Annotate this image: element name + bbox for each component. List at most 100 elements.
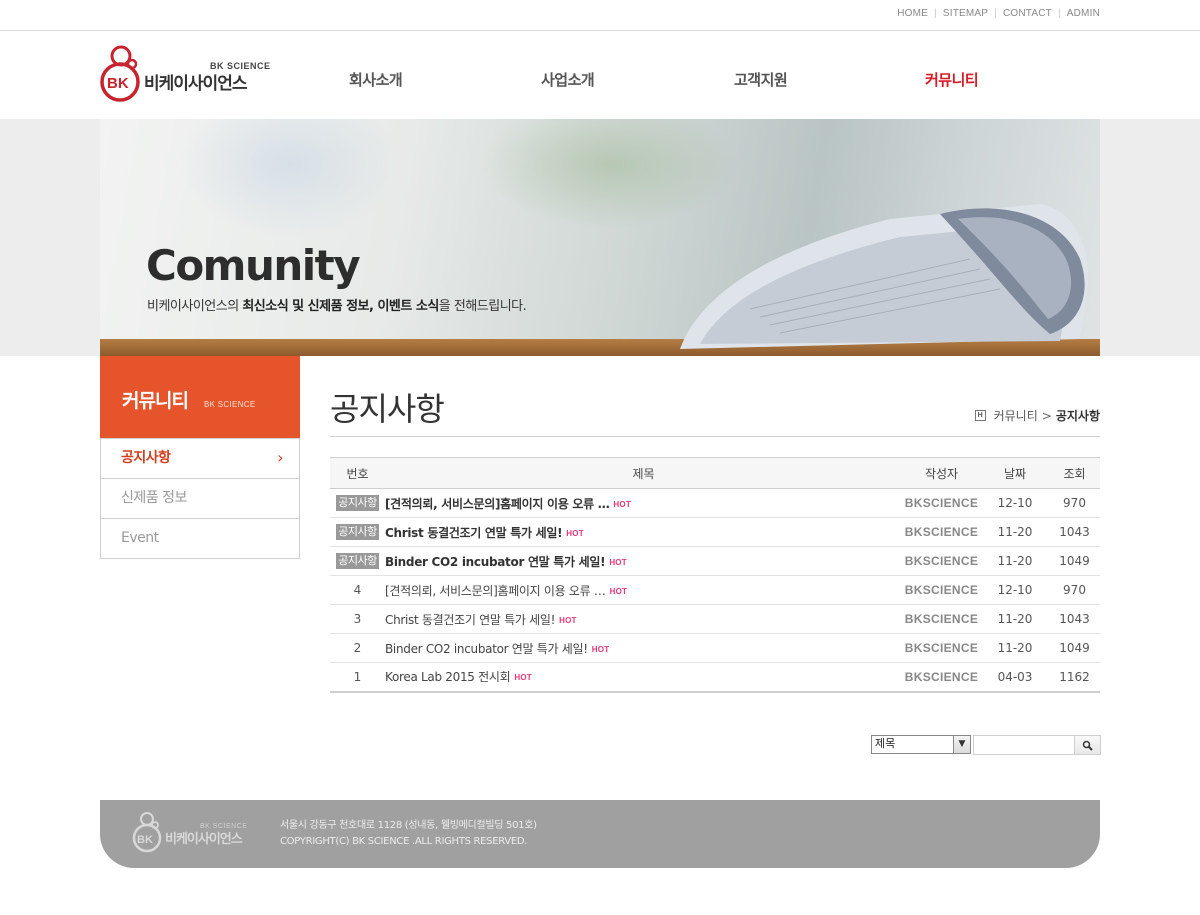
- post-title-link[interactable]: [견적의뢰, 서비스문의]홈페이지 이용 오류 …: [385, 497, 610, 511]
- post-title-link[interactable]: Christ 동결건조기 연말 특가 세일!: [385, 526, 563, 540]
- banner-desc-text: 을 전해드립니다.: [438, 299, 527, 314]
- sidebar-item-notice[interactable]: 공지사항 ›: [101, 438, 299, 478]
- row-views: 970: [1049, 488, 1100, 518]
- footer-logo-name: 비케이사이언스: [165, 832, 243, 847]
- post-title-link[interactable]: [견적의뢰, 서비스문의]홈페이지 이용 오류 …: [385, 584, 606, 598]
- row-subject-cell: Binder CO2 incubator 연말 특가 세일! HOT: [385, 633, 902, 663]
- sidebar-item-event[interactable]: Event: [101, 518, 299, 558]
- admin-link[interactable]: ADMIN: [1067, 8, 1100, 19]
- row-writer: BKSCIENCE: [902, 517, 981, 547]
- row-subject-cell: Christ 동결건조기 연말 특가 세일! HOT: [385, 604, 902, 634]
- row-subject-cell: [견적의뢰, 서비스문의]홈페이지 이용 오류 … HOT: [385, 575, 902, 605]
- row-writer: BKSCIENCE: [902, 604, 981, 634]
- row-subject-cell: Korea Lab 2015 전시회 HOT: [385, 662, 902, 693]
- row-views: 1049: [1049, 633, 1100, 663]
- post-title-link[interactable]: Christ 동결건조기 연말 특가 세일!: [385, 613, 555, 627]
- row-date: 12-10: [981, 575, 1049, 605]
- row-number: 4: [330, 575, 385, 605]
- nav-item-community[interactable]: 커뮤니티: [925, 69, 979, 90]
- search-field-select[interactable]: 제목 ▼: [871, 735, 971, 754]
- column-header-subject: 제목: [385, 457, 902, 489]
- chevron-right-icon: >: [1041, 408, 1052, 423]
- table-row: 공지사항 Christ 동결건조기 연말 특가 세일! HOT BKSCIENCE 11…: [330, 517, 1100, 547]
- sitemap-link[interactable]: SITEMAP: [943, 8, 988, 19]
- nav-item-support[interactable]: 고객지원: [734, 69, 788, 90]
- row-number-cell: 공지사항: [330, 488, 385, 518]
- newspaper-image: [680, 204, 1089, 349]
- utility-links: HOME | SITEMAP | CONTACT | ADMIN: [897, 8, 1100, 19]
- row-number: 3: [330, 604, 385, 634]
- banner-desc-text: 비케이사이언스의: [147, 299, 243, 314]
- hot-badge: HOT: [566, 528, 584, 538]
- main-nav: 회사소개 사업소개 고객지원 커뮤니티: [0, 69, 1200, 93]
- row-writer: BKSCIENCE: [902, 546, 981, 576]
- table-row: 공지사항 [견적의뢰, 서비스문의]홈페이지 이용 오류 … HOT BKSCIENC…: [330, 488, 1100, 518]
- top-utility-bar: HOME | SITEMAP | CONTACT | ADMIN: [0, 0, 1200, 31]
- row-date: 12-10: [981, 488, 1049, 518]
- sidebar-title-ko: 커뮤니티: [122, 390, 189, 412]
- row-views: 1043: [1049, 517, 1100, 547]
- column-header-date: 날짜: [981, 457, 1049, 489]
- search-button[interactable]: [1075, 735, 1101, 755]
- chevron-down-icon: ▼: [953, 736, 970, 753]
- sidebar-item-label: 신제품 정보: [121, 490, 187, 506]
- hot-badge: HOT: [559, 615, 577, 625]
- notice-badge: 공지사항: [336, 495, 379, 511]
- row-subject-cell: [견적의뢰, 서비스문의]홈페이지 이용 오류 … HOT: [385, 488, 902, 518]
- row-date: 04-03: [981, 662, 1049, 693]
- notice-badge: 공지사항: [336, 553, 379, 569]
- banner-desc-highlight: 최신소식 및 신제품 정보, 이벤트 소식: [242, 299, 439, 314]
- hero-banner: Comunity 비케이사이언스의 최신소식 및 신제품 정보, 이벤트 소식을…: [100, 119, 1100, 356]
- post-title-link[interactable]: Binder CO2 incubator 연말 특가 세일!: [385, 555, 606, 569]
- nav-item-business[interactable]: 사업소개: [541, 69, 595, 90]
- row-number: 1: [330, 662, 385, 693]
- sidebar-menu: 공지사항 › 신제품 정보 Event: [100, 438, 300, 559]
- banner-blur: [180, 119, 400, 239]
- row-date: 11-20: [981, 604, 1049, 634]
- search-input[interactable]: [973, 735, 1075, 755]
- svg-text:BK: BK: [137, 834, 153, 846]
- breadcrumb-current: 공지사항: [1055, 409, 1100, 423]
- row-views: 1049: [1049, 546, 1100, 576]
- row-writer: BKSCIENCE: [902, 633, 981, 663]
- divider: |: [934, 8, 937, 19]
- column-header-views: 조회: [1049, 457, 1100, 489]
- row-date: 11-20: [981, 546, 1049, 576]
- hot-badge: HOT: [591, 644, 610, 654]
- sidebar-item-label: Event: [121, 530, 159, 546]
- banner-title: Comunity: [146, 241, 361, 290]
- sidebar-item-new-products[interactable]: 신제품 정보: [101, 478, 299, 518]
- row-writer: BKSCIENCE: [902, 662, 981, 693]
- row-date: 11-20: [981, 517, 1049, 547]
- table-row: 공지사항 Binder CO2 incubator 연말 특가 세일! HOT BKS…: [330, 546, 1100, 576]
- search-field-selected: 제목: [875, 737, 896, 750]
- breadcrumb: H 커뮤니티 > 공지사항: [974, 407, 1100, 424]
- notice-badge: 공지사항: [336, 524, 379, 540]
- table-body: 공지사항 [견적의뢰, 서비스문의]홈페이지 이용 오류 … HOT BKSCIENC…: [330, 488, 1100, 693]
- table-row: 1 Korea Lab 2015 전시회 HOT BKSCIENCE 04-03 1162: [330, 662, 1100, 693]
- row-date: 11-20: [981, 633, 1049, 663]
- nav-item-company[interactable]: 회사소개: [349, 69, 403, 90]
- row-number-cell: 공지사항: [330, 517, 385, 547]
- post-title-link[interactable]: Binder CO2 incubator 연말 특가 세일!: [385, 642, 588, 656]
- table-row: 3 Christ 동결건조기 연말 특가 세일! HOT BKSCIENCE 11-20…: [330, 604, 1100, 634]
- hot-badge: HOT: [514, 673, 532, 683]
- footer-info: 서울시 강동구 천호대로 1128 (성내동, 웰빙메디컬빌딩 501호) CO…: [280, 818, 537, 850]
- notice-board-table: 번호 제목 작성자 날짜 조회 공지사항 [견적의뢰, 서비스문의]홈페이지 이용…: [330, 457, 1100, 693]
- footer: BK BK SCIENCE 비케이사이언스 서울시 강동구 천호대로 1128 …: [100, 800, 1100, 868]
- home-link[interactable]: HOME: [897, 8, 928, 19]
- home-icon[interactable]: H: [974, 410, 986, 421]
- sidebar-item-label: 공지사항: [121, 450, 171, 466]
- table-row: 4 [견적의뢰, 서비스문의]홈페이지 이용 오류 … HOT BKSCIENCE 12…: [330, 575, 1100, 605]
- column-header-number: 번호: [330, 457, 385, 489]
- search-icon: [1082, 740, 1093, 751]
- hot-badge: HOT: [609, 557, 627, 567]
- footer-copyright: COPYRIGHT(C) BK SCIENCE .ALL RIGHTS RESE…: [280, 836, 528, 847]
- row-number-cell: 공지사항: [330, 546, 385, 576]
- chevron-right-icon: ›: [277, 448, 283, 467]
- contact-link[interactable]: CONTACT: [1003, 8, 1052, 19]
- breadcrumb-parent[interactable]: 커뮤니티: [994, 407, 1038, 424]
- row-writer: BKSCIENCE: [902, 488, 981, 518]
- post-title-link[interactable]: Korea Lab 2015 전시회: [385, 670, 511, 684]
- banner-description: 비케이사이언스의 최신소식 및 신제품 정보, 이벤트 소식을 전해드립니다.: [147, 295, 527, 314]
